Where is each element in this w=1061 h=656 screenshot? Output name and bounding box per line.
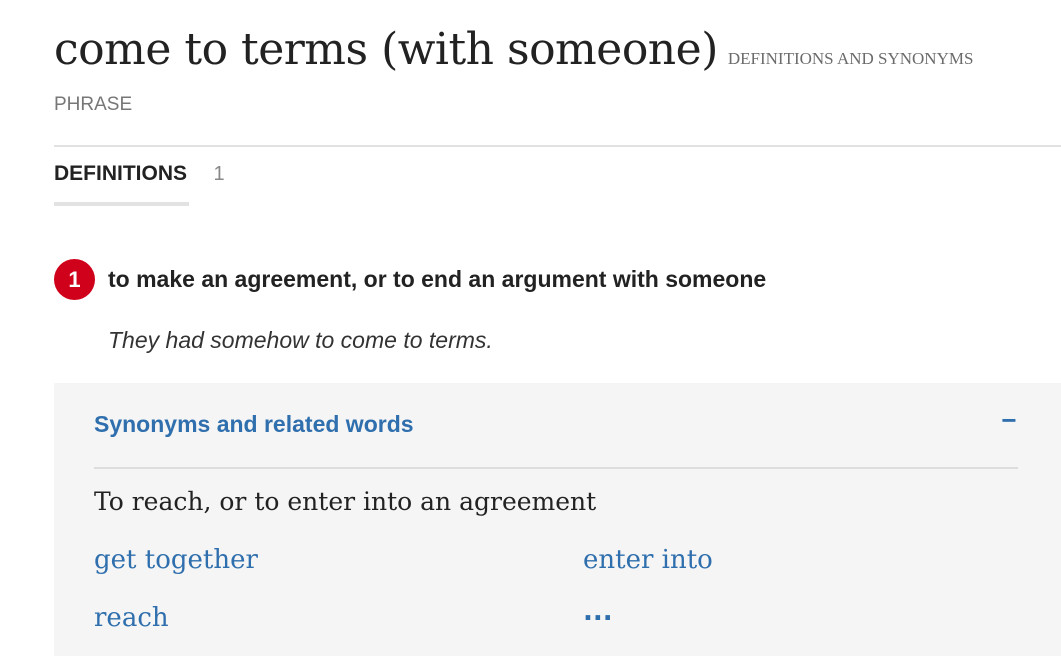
headword: come to terms (with someone) [54,24,718,75]
tab-count: 1 [213,163,225,185]
synonym-link-reach[interactable]: reach [94,603,169,633]
headword-tag: DEFINITIONS AND SYNONYMS [727,49,974,68]
part-of-speech: PHRASE [54,94,133,115]
tab-label: DEFINITIONS [54,162,188,185]
synonyms-title[interactable]: Synonyms and related words [94,411,414,438]
collapse-icon[interactable]: − [994,405,1024,435]
synonyms-panel: Synonyms and related words − To reach, o… [54,383,1061,656]
synonym-link-enter-into[interactable]: enter into [583,545,713,575]
synonym-sense-label: To reach, or to enter into an agreement [94,487,597,516]
example-sentence: They had somehow to come to terms. [108,327,493,353]
sense-number-badge: 1 [54,259,95,300]
header-divider [54,145,1061,147]
entry-header: come to terms (with someone) DEFINITIONS… [54,24,973,75]
synonyms-divider [94,467,1018,469]
synonym-link-get-together[interactable]: get together [94,545,258,575]
tab-definitions[interactable]: DEFINITIONS 1 [54,162,225,186]
sense-definition: to make an agreement, or to end an argum… [108,266,767,292]
more-synonyms-link[interactable]: ... [583,597,613,627]
tab-underline [54,202,189,206]
